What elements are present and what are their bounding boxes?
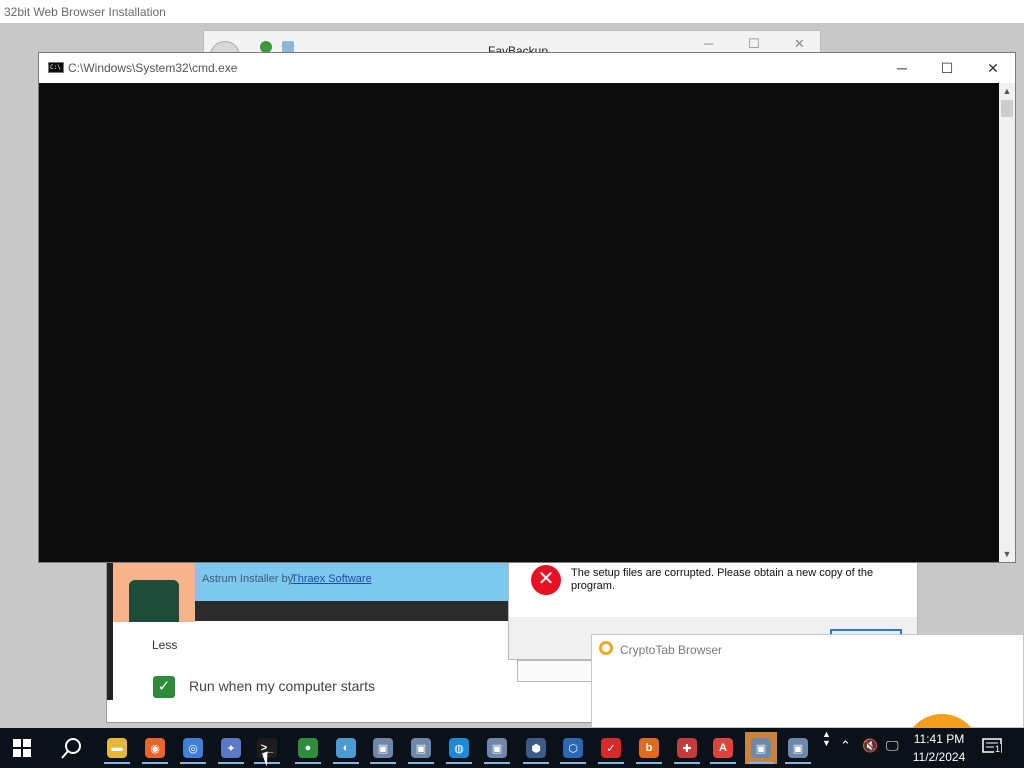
taskbar-app-chrome[interactable]: ◎ [177, 732, 209, 764]
hex-app-icon: ⬡ [563, 738, 583, 758]
firefox-icon: ◉ [145, 738, 165, 758]
installer-1-icon: ▣ [373, 738, 393, 758]
search-icon[interactable] [60, 736, 84, 760]
taskbar-app-globe-app[interactable]: ● [292, 732, 324, 764]
a-app-icon: A [713, 738, 733, 758]
run-at-startup-label[interactable]: Run when my computer starts [189, 678, 375, 694]
running-indicator [218, 762, 244, 764]
running-indicator [142, 762, 168, 764]
cmd-close-button[interactable]: ✕ [970, 57, 1016, 79]
taskbar-app-edge-globe[interactable]: ◍ [443, 732, 475, 764]
cmd-scrollbar[interactable] [999, 83, 1015, 562]
scroll-up-icon[interactable]: ▲ [1000, 84, 1014, 98]
error-message: The setup files are corrupted. Please ob… [571, 567, 874, 592]
running-indicator [523, 762, 549, 764]
taskbar-app-avira[interactable]: ✓ [595, 732, 627, 764]
installer-3-icon: ▣ [487, 738, 507, 758]
taskbar-app-installer-3[interactable]: ▣ [481, 732, 513, 764]
b-app-icon: b [639, 738, 659, 758]
running-indicator [180, 762, 206, 764]
shield-app-icon: ⬢ [526, 738, 546, 758]
cmd-console-area[interactable] [39, 83, 999, 562]
scroll-thumb[interactable] [1001, 100, 1013, 117]
taskbar-app-b-app[interactable]: b [633, 732, 665, 764]
edge-globe-icon: ◍ [449, 738, 469, 758]
taskbar-scroll-up-icon[interactable]: ▲ ▼ [822, 730, 831, 748]
run-at-startup-checkbox[interactable]: ✓ [153, 676, 175, 698]
chrome-icon: ◎ [183, 738, 203, 758]
favbackup-close-button[interactable]: ✕ [794, 36, 805, 52]
running-indicator [104, 762, 130, 764]
show-hidden-icons-icon[interactable]: ⌃ [840, 738, 851, 754]
running-indicator [560, 762, 586, 764]
taskbar-app-swirl-app[interactable]: ◐ [330, 732, 362, 764]
running-indicator [598, 762, 624, 764]
file-explorer-icon: ▬ [107, 738, 127, 758]
error-icon: ✕ [531, 565, 561, 595]
cmd-maximize-button[interactable]: ☐ [924, 57, 970, 79]
running-indicator [674, 762, 700, 764]
underlying-dialog-edge [517, 660, 594, 682]
running-indicator [446, 762, 472, 764]
less-toggle[interactable]: Less [152, 638, 177, 652]
cryptotab-icon [599, 641, 613, 655]
running-indicator [370, 762, 396, 764]
avira-icon: ✓ [601, 738, 621, 758]
taskbar-app-gift-app[interactable]: ✚ [671, 732, 703, 764]
gift-app-icon: ✚ [677, 738, 697, 758]
cmd-minimize-button[interactable]: ─ [879, 57, 925, 79]
taskbar-app-firefox[interactable]: ◉ [139, 732, 171, 764]
running-indicator [636, 762, 662, 764]
clock-date[interactable]: 11/2/2024 [911, 750, 967, 764]
running-indicator [295, 762, 321, 764]
cryptotab-title: CryptoTab Browser [620, 643, 723, 657]
globe-app-icon: ● [298, 738, 318, 758]
swirl-app-icon: ◐ [336, 738, 356, 758]
taskbar-app-file-explorer[interactable]: ▬ [101, 732, 133, 764]
cmd-icon: C:\ [48, 62, 64, 73]
network-icon[interactable]: 🖵 [886, 738, 899, 754]
running-indicator [785, 762, 811, 764]
installer-4-icon: ▣ [788, 738, 808, 758]
astrum-banner-strip [195, 601, 508, 621]
installer-2-icon: ▣ [411, 738, 431, 758]
installer-active-icon: ▣ [751, 738, 771, 758]
taskbar-app-a-app[interactable]: A [707, 732, 739, 764]
taskbar-app-bird-app[interactable]: ✦ [215, 732, 247, 764]
background-installer-title: 32bit Web Browser Installation [4, 5, 166, 19]
taskbar-app-shield-app[interactable]: ⬢ [520, 732, 552, 764]
astrum-artwork-shape [129, 580, 179, 622]
taskbar-app-installer-4[interactable]: ▣ [782, 732, 814, 764]
running-indicator [408, 762, 434, 764]
astrum-installer-by-text: Astrum Installer by [202, 573, 294, 585]
cmd-title: C:\Windows\System32\cmd.exe [68, 61, 238, 75]
notification-count: 1 [994, 744, 1002, 754]
running-indicator [710, 762, 736, 764]
taskbar-app-hex-app[interactable]: ⬡ [557, 732, 589, 764]
taskbar-app-installer-2[interactable]: ▣ [405, 732, 437, 764]
running-indicator [333, 762, 359, 764]
thraex-software-link[interactable]: Thraex Software [291, 573, 372, 585]
astrum-artwork [113, 560, 195, 622]
favbackup-maximize-button[interactable]: ☐ [748, 36, 760, 52]
clock-time[interactable]: 11:41 PM [911, 732, 967, 746]
favbackup-minimize-button[interactable]: ─ [704, 36, 713, 51]
scroll-down-icon[interactable]: ▼ [1000, 547, 1014, 561]
volume-muted-icon[interactable]: 🔇 [862, 738, 878, 754]
running-indicator [748, 762, 774, 764]
notification-center-icon[interactable]: 1 [982, 738, 1004, 756]
bird-app-icon: ✦ [221, 738, 241, 758]
running-indicator [484, 762, 510, 764]
taskbar-app-installer-1[interactable]: ▣ [367, 732, 399, 764]
taskbar-app-installer-active[interactable]: ▣ [745, 732, 777, 764]
windows-start-icon[interactable] [12, 738, 32, 758]
